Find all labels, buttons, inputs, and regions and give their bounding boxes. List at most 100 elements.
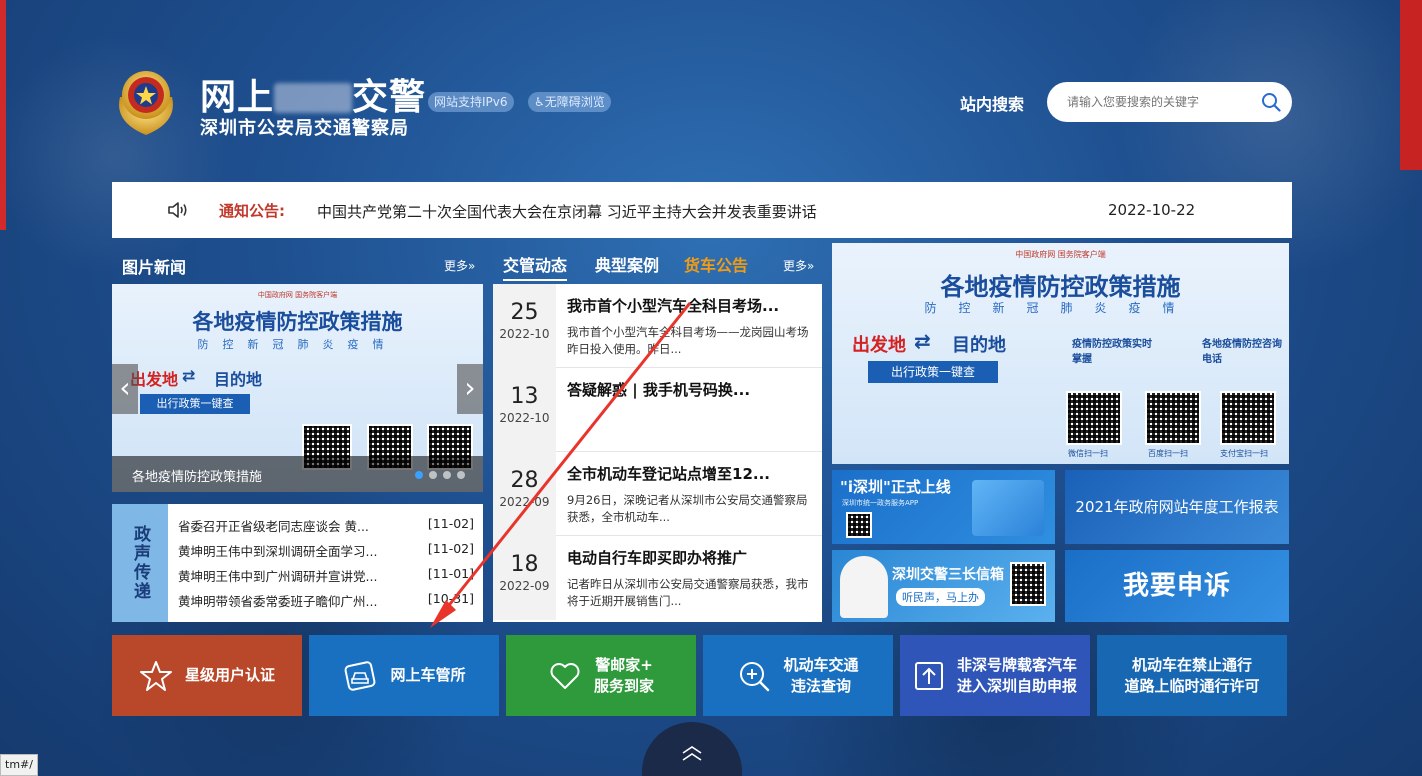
news-day: 28 xyxy=(510,468,539,493)
news-title: 我市首个小型汽车全科目考场... xyxy=(567,297,780,315)
speaker-icon xyxy=(168,202,187,218)
banner-item-1: 疫情防控政策实时掌握 xyxy=(1072,339,1152,365)
notice-bar: 通知公告: 中国共产党第二十次全国代表大会在京闭幕 习近平主持大会并发表重要讲话… xyxy=(112,182,1292,238)
news-item[interactable]: 25 2022-10 我市首个小型汽车全科目考场... 我市首个小型汽车全科目考场… xyxy=(493,284,822,368)
notice-link[interactable]: 中国共产党第二十次全国代表大会在京闭幕 习近平主持大会并发表重要讲话 xyxy=(317,201,817,222)
slide-banner-title: 各地疫情防控政策措施 xyxy=(192,310,403,334)
site-title[interactable]: 网上 交警 xyxy=(200,68,426,120)
slide-banner-sub: 防控新冠肺炎疫情 xyxy=(197,338,398,351)
ishenzhen-tile[interactable]: "i深圳"正式上线 深圳市统一政务服务APP xyxy=(832,470,1055,544)
tab-typical-cases[interactable]: 典型案例 xyxy=(595,252,659,276)
accessibility-label: 无障碍浏览 xyxy=(544,95,605,109)
ipv6-badge: 网站支持IPv6 xyxy=(428,92,514,112)
police-emblem-icon[interactable] xyxy=(112,67,180,137)
news-date: 25 2022-10 xyxy=(493,284,556,368)
news-item[interactable]: 18 2022-09 电动自行车即买即办将推广 记者昨日从深圳市公安局交通警察局获… xyxy=(493,536,822,620)
ishenzhen-sub: 深圳市统一政务服务APP xyxy=(842,499,919,507)
list-item-title: 黄坤明带领省委常委班子瞻仰广州... xyxy=(178,594,378,609)
news-year-month: 2022-09 xyxy=(499,495,550,509)
police-post-home-button[interactable]: 警邮家+ 服务到家 xyxy=(506,635,696,716)
qr-code xyxy=(1066,391,1122,445)
carousel-dot[interactable] xyxy=(443,471,451,479)
news-year-month: 2022-09 xyxy=(499,579,550,593)
service-label: 进入深圳自助申报 xyxy=(956,676,1077,695)
tab-traffic-news[interactable]: 交管动态 xyxy=(503,252,568,281)
news-day: 25 xyxy=(510,300,539,325)
annual-report-tile[interactable]: 2021年政府网站年度工作报表 xyxy=(1065,470,1289,544)
news-tabs: 交管动态 典型案例 货车公告 xyxy=(493,252,823,282)
search-icon[interactable] xyxy=(1261,92,1281,112)
list-item-title: 黄坤明王伟中到深圳调研全面学习... xyxy=(178,544,378,559)
service-label: 星级用户认证 xyxy=(184,666,275,684)
banner-to-label: 目的地 xyxy=(952,335,1006,356)
letterbox-title: 深圳交警三长信箱 xyxy=(892,567,1004,583)
search-plus-icon xyxy=(740,661,770,691)
letterbox-tile[interactable]: 深圳交警三长信箱 听民声，马上办 xyxy=(832,550,1055,622)
qr-code xyxy=(846,512,872,538)
list-item-date: [10-31] xyxy=(427,591,474,606)
ishenzhen-title: "i深圳"正式上线 xyxy=(840,478,951,496)
news-year-month: 2022-10 xyxy=(499,411,550,425)
service-label: 非深号牌载客汽车 xyxy=(956,655,1077,674)
news-title: 电动自行车即买即办将推广 xyxy=(567,549,748,567)
news-desc: 记者昨日从深圳市公安局交通警察局获悉，我市将于近期开展销售门... xyxy=(567,577,809,608)
city-illustration xyxy=(972,480,1044,536)
photo-news-carousel[interactable]: 中国政府网 国务院客户端 各地疫情防控政策措施 防控新冠肺炎疫情 出发地 ⇄ 目… xyxy=(112,284,483,492)
upload-icon xyxy=(914,661,943,690)
site-title-suffix: 交警 xyxy=(352,77,427,118)
violation-query-button[interactable]: 机动车交通 违法查询 xyxy=(703,635,893,716)
carousel-dot[interactable] xyxy=(429,471,437,479)
news-date: 13 2022-10 xyxy=(493,368,556,452)
news-day: 13 xyxy=(510,384,539,409)
qr-caption: 百度扫一扫 xyxy=(1148,449,1188,458)
swap-arrows-icon: ⇄ xyxy=(914,329,931,353)
banner-item-2: 各地疫情防控咨询电话 xyxy=(1202,339,1282,365)
site-title-prefix: 网上 xyxy=(200,77,275,118)
zheng-sheng-label: 政声传递 xyxy=(112,504,168,622)
chevron-left-icon: ‹ xyxy=(119,371,131,404)
list-item-title: 黄坤明王伟中到广州调研并宣讲党... xyxy=(178,569,378,584)
list-item-date: [11-02] xyxy=(427,516,474,531)
status-bar-url: tm#/ xyxy=(0,754,38,776)
service-label: 机动车在禁止通行 xyxy=(1131,655,1252,674)
photo-news-more-link[interactable]: 更多» xyxy=(444,257,475,274)
online-vehicle-office-button[interactable]: 网上车管所 xyxy=(309,635,499,716)
chevron-right-icon: › xyxy=(464,371,476,404)
carousel-next-button[interactable]: › xyxy=(457,364,483,414)
list-item[interactable]: 黄坤明带领省委常委班子瞻仰广州... [10-31] xyxy=(178,591,474,616)
star-user-auth-button[interactable]: 星级用户认证 xyxy=(112,635,302,716)
news-item[interactable]: 13 2022-10 答疑解惑 | 我手机号码换... xyxy=(493,368,822,452)
police-avatar-icon xyxy=(840,556,888,618)
temporary-permit-button[interactable]: 机动车在禁止通行 道路上临时通行许可 xyxy=(1097,635,1287,716)
service-label: 网上车管所 xyxy=(390,666,466,684)
list-item[interactable]: 省委召开正省级老同志座谈会 黄... [11-02] xyxy=(178,516,474,541)
news-more-link[interactable]: 更多» xyxy=(783,257,814,274)
swap-arrows-icon: ⇄ xyxy=(182,366,196,385)
carousel-dots xyxy=(415,471,465,479)
list-item-date: [11-02] xyxy=(427,541,474,556)
carousel-prev-button[interactable]: ‹ xyxy=(112,364,138,414)
banner-title: 各地疫情防控政策措施 xyxy=(940,273,1181,301)
news-title: 答疑解惑 | 我手机号码换... xyxy=(567,381,751,399)
service-label: 机动车交通 xyxy=(783,655,859,674)
news-item[interactable]: 28 2022-09 全市机动车登记站点增至12... 9月26日，深晚记者从深圳… xyxy=(493,452,822,536)
non-shenzhen-plate-report-button[interactable]: 非深号牌载客汽车 进入深圳自助申报 xyxy=(900,635,1090,716)
banner-query-button: 出行政策一键查 xyxy=(868,361,998,383)
list-item[interactable]: 黄坤明王伟中到广州调研并宣讲党... [11-01] xyxy=(178,566,474,591)
carousel-dot[interactable] xyxy=(457,471,465,479)
search-label: 站内搜索 xyxy=(960,95,1025,114)
search-input[interactable] xyxy=(1047,82,1292,122)
car-icon xyxy=(345,660,376,691)
accessibility-icon: ♿ xyxy=(534,95,545,109)
zheng-sheng-panel: 政声传递 省委召开正省级老同志座谈会 黄... [11-02] 黄坤明王伟中到深圳… xyxy=(112,504,483,622)
tab-truck-notice[interactable]: 货车公告 xyxy=(684,252,748,276)
qr-code xyxy=(1145,391,1201,445)
policy-banner[interactable]: 中国政府网 国务院客户端 各地疫情防控政策措施 防控新冠肺炎疫情 出发地 ⇄ 目… xyxy=(832,243,1289,464)
accessibility-link[interactable]: ♿无障碍浏览 xyxy=(528,92,611,112)
gov-logos: 中国政府网 国务院客户端 xyxy=(257,291,338,299)
appeal-tile[interactable]: 我要申诉 xyxy=(1065,550,1289,622)
list-item[interactable]: 黄坤明王伟中到深圳调研全面学习... [11-02] xyxy=(178,541,474,566)
news-year-month: 2022-10 xyxy=(499,327,550,341)
carousel-dot[interactable] xyxy=(415,471,423,479)
slide-to-label: 目的地 xyxy=(214,370,263,389)
